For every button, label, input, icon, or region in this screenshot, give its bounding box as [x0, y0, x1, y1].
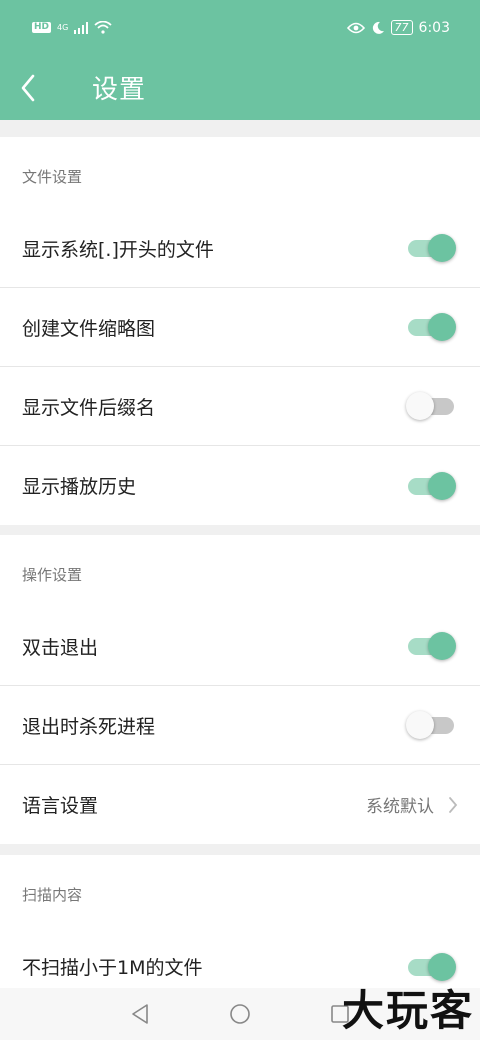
setting-show-play-history[interactable]: 显示播放历史: [0, 446, 480, 525]
back-button[interactable]: [0, 55, 56, 120]
toggle-switch[interactable]: [406, 312, 458, 342]
app-bar: 设置: [0, 55, 480, 120]
section-title: 操作设置: [22, 566, 83, 584]
section-title: 扫描内容: [22, 886, 83, 904]
network-type: 4G: [57, 22, 69, 32]
setting-language[interactable]: 语言设置 系统默认: [0, 765, 480, 844]
status-bar: HD 4G 77 6:03: [0, 0, 480, 55]
nav-back-icon[interactable]: [129, 1003, 151, 1025]
setting-show-file-extension[interactable]: 显示文件后缀名: [0, 367, 480, 446]
setting-label: 不扫描小于1M的文件: [22, 957, 203, 979]
setting-label: 创建文件缩略图: [22, 317, 156, 340]
hd-badge: HD: [32, 22, 52, 33]
wifi-icon: [94, 21, 112, 34]
page-title: 设置: [92, 75, 147, 105]
toggle-switch[interactable]: [406, 471, 458, 501]
setting-create-thumbnails[interactable]: 创建文件缩略图: [0, 288, 480, 367]
section-file-settings: 文件设置 显示系统[.]开头的文件 创建文件缩略图 显示文件后缀名 显示播放历史: [0, 137, 480, 525]
moon-icon: [372, 21, 384, 34]
toggle-switch[interactable]: [406, 233, 458, 263]
chevron-left-icon: [21, 74, 35, 101]
setting-double-tap-exit[interactable]: 双击退出: [0, 607, 480, 686]
setting-label: 退出时杀死进程: [22, 715, 156, 738]
setting-label: 显示系统[.]开头的文件: [22, 238, 214, 261]
language-value: 系统默认: [366, 792, 458, 817]
setting-label: 显示播放历史: [22, 476, 137, 498]
toggle-switch[interactable]: [406, 391, 458, 421]
signal-icon: [74, 21, 89, 34]
toggle-switch[interactable]: [406, 631, 458, 661]
battery-icon: 77: [390, 20, 413, 35]
setting-show-hidden-files[interactable]: 显示系统[.]开头的文件: [0, 209, 480, 288]
setting-kill-on-exit[interactable]: 退出时杀死进程: [0, 686, 480, 765]
status-right: 77 6:03: [346, 19, 450, 36]
section-scan-content: 扫描内容 不扫描小于1M的文件: [0, 855, 480, 988]
eye-icon: [346, 22, 365, 33]
setting-label: 语言设置: [22, 795, 99, 817]
setting-label: 显示文件后缀名: [22, 396, 156, 419]
setting-label: 双击退出: [22, 636, 99, 659]
nav-home-icon[interactable]: [229, 1003, 251, 1025]
watermark: 大玩客: [341, 986, 474, 1035]
chevron-right-icon: [449, 796, 458, 813]
section-title: 文件设置: [22, 168, 83, 186]
clock: 6:03: [418, 19, 450, 36]
language-current: 系统默认: [366, 797, 434, 817]
status-left: HD 4G: [32, 21, 112, 34]
section-operation-settings: 操作设置 双击退出 退出时杀死进程 语言设置 系统默认: [0, 535, 480, 844]
toggle-switch[interactable]: [406, 710, 458, 740]
